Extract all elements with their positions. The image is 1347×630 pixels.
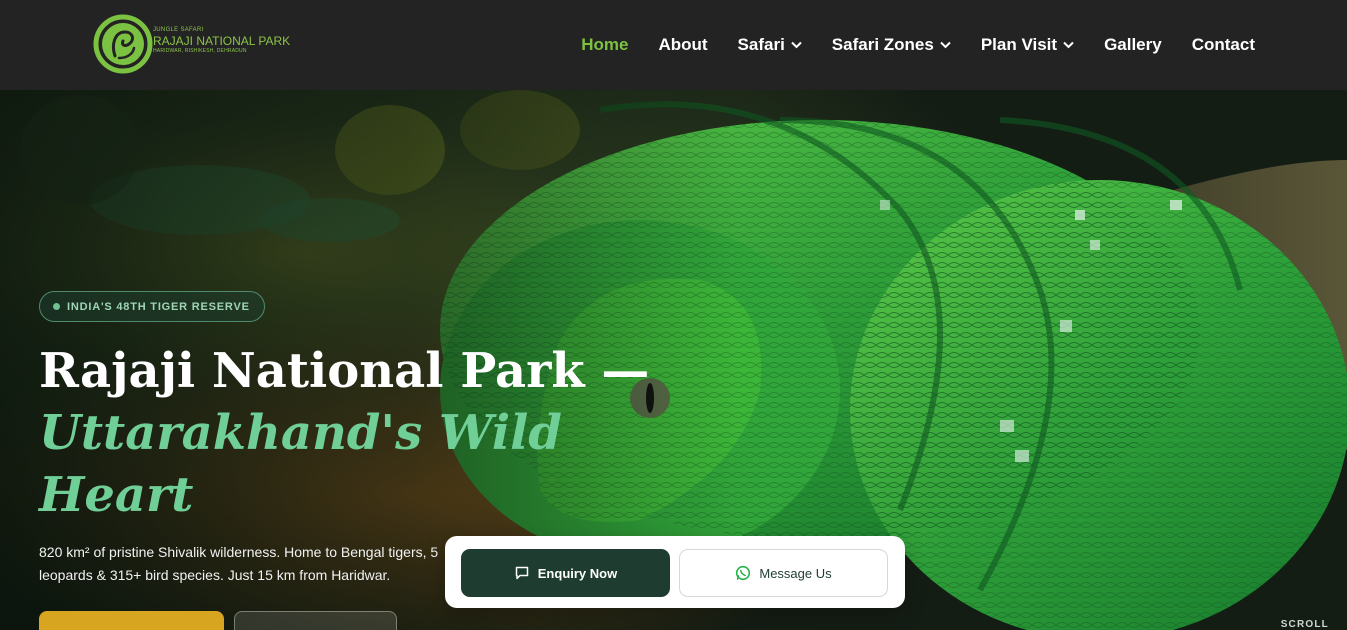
nav-item-plan-visit[interactable]: Plan Visit: [981, 35, 1074, 55]
hero-title: Rajaji National Park — Uttarakhand's Wil…: [39, 340, 650, 526]
brand-text: JUNGLE SAFARI RAJAJI NATIONAL PARK HARID…: [153, 27, 290, 55]
nav-item-label: Safari: [737, 35, 785, 54]
brand-locations: HARIDWAR, RISHIKESH, DEHRADUN: [153, 48, 247, 54]
nav-item-safari-zones[interactable]: Safari Zones: [832, 35, 951, 55]
hero-description: 820 km² of pristine Shivalik wilderness.…: [39, 541, 459, 587]
enquiry-now-label: Enquiry Now: [537, 565, 618, 581]
badge-dot-icon: [53, 303, 60, 310]
badge-label: INDIA'S 48TH TIGER RESERVE: [67, 300, 250, 313]
hero-primary-button[interactable]: [39, 611, 224, 630]
nav-item-label: Home: [581, 35, 629, 54]
hero-description-line1: 820 km² of pristine Shivalik wilderness.…: [39, 544, 439, 560]
nav-item-label: Plan Visit: [980, 35, 1058, 54]
chevron-down-icon: [791, 41, 802, 49]
nav-item-gallery[interactable]: Gallery: [1104, 35, 1162, 55]
chevron-down-icon: [940, 41, 951, 49]
whatsapp-icon: [736, 565, 751, 581]
nav-item-label: Safari Zones: [831, 35, 934, 54]
tiger-reserve-badge: INDIA'S 48TH TIGER RESERVE: [39, 291, 265, 322]
hero-title-line3: Heart: [39, 467, 194, 523]
nav-item-home[interactable]: Home: [581, 35, 628, 55]
snake-logo-icon: [93, 14, 153, 74]
message-us-button[interactable]: Message Us: [679, 549, 888, 597]
enquiry-now-button[interactable]: Enquiry Now: [461, 549, 670, 597]
hero-title-line1: Rajaji National Park —: [39, 343, 650, 399]
nav-item-contact[interactable]: Contact: [1192, 35, 1255, 55]
main-nav: Home About Safari Safari Zones Plan Visi…: [581, 30, 1255, 60]
nav-item-about[interactable]: About: [658, 35, 707, 55]
enquiry-bar: Enquiry Now Message Us: [445, 536, 905, 608]
site-header: JUNGLE SAFARI RAJAJI NATIONAL PARK HARID…: [0, 0, 1347, 90]
hero-secondary-button[interactable]: [234, 611, 397, 630]
message-us-label: Message Us: [759, 565, 832, 581]
hero-title-line2: Uttarakhand's Wild: [39, 405, 562, 461]
nav-item-label: Gallery: [1104, 35, 1162, 54]
nav-item-safari[interactable]: Safari: [738, 35, 802, 55]
hero-description-line2: leopards & 315+ bird species. Just 15 km…: [39, 567, 391, 583]
chevron-down-icon: [1063, 41, 1074, 49]
chat-bubble-icon: [515, 566, 529, 580]
brand-name: RAJAJI NATIONAL PARK: [153, 34, 291, 48]
scroll-indicator[interactable]: SCROLL: [1281, 619, 1329, 630]
nav-item-label: About: [658, 35, 708, 54]
brand-logo[interactable]: JUNGLE SAFARI RAJAJI NATIONAL PARK HARID…: [93, 14, 293, 74]
nav-item-label: Contact: [1191, 35, 1255, 54]
brand-tagline: JUNGLE SAFARI: [153, 27, 204, 33]
